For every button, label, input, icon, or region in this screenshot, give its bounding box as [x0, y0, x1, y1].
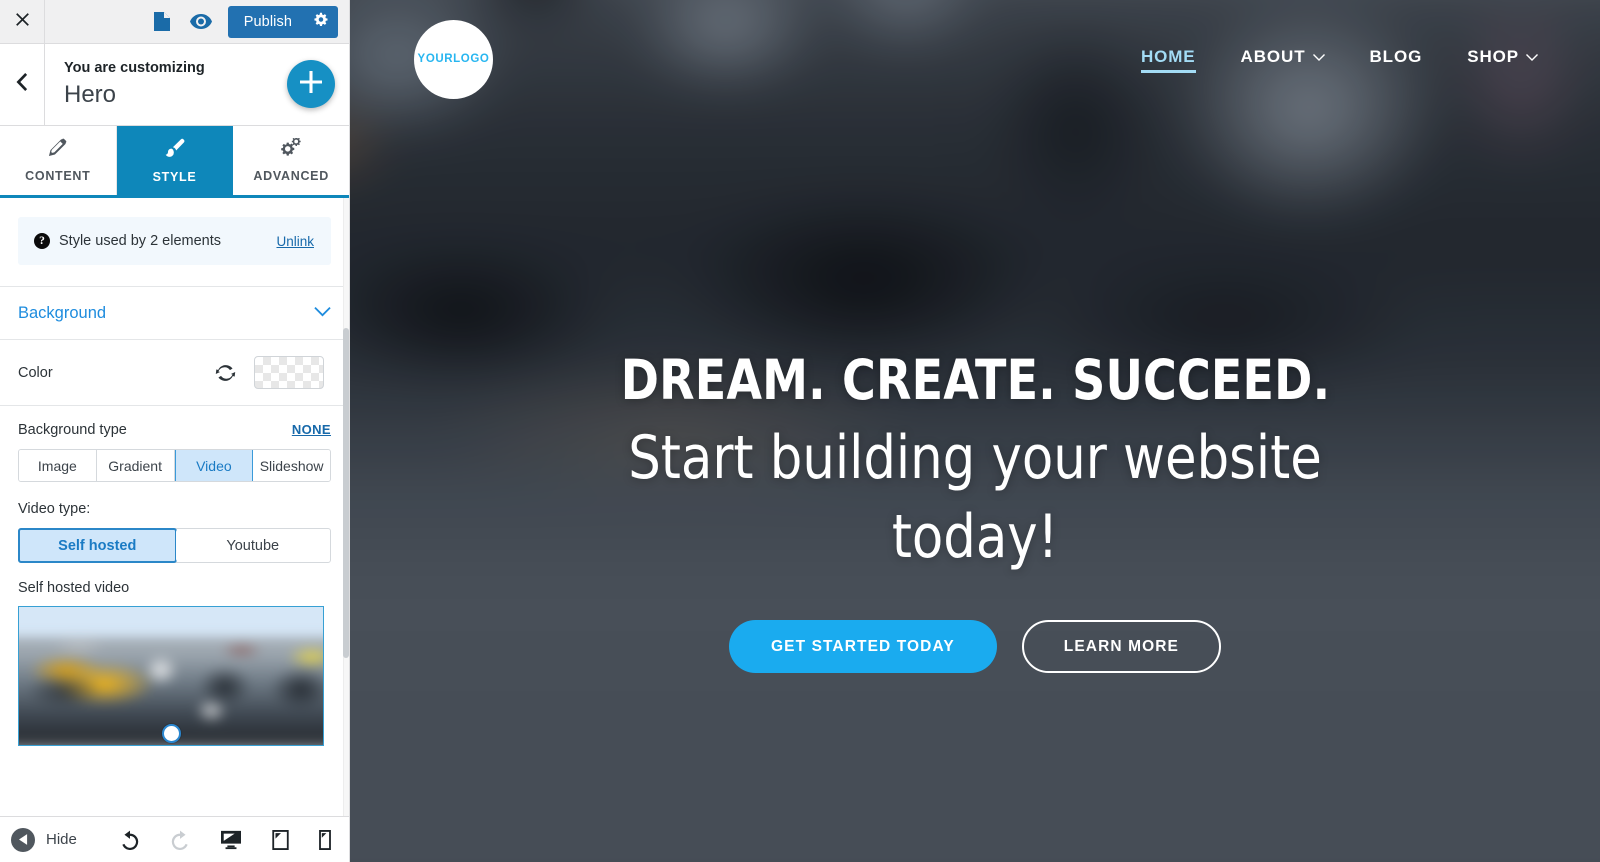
site-preview-frame[interactable]: YOURLOGO HOME ABOUT BLOG SHOP DREAM. CRE… [350, 0, 1600, 862]
close-icon [14, 11, 31, 33]
chevron-down-icon[interactable] [314, 304, 331, 322]
color-label: Color [18, 364, 53, 381]
document-icon[interactable] [153, 12, 170, 31]
tab-content-label: CONTENT [25, 169, 91, 183]
background-section-header[interactable]: Background [0, 287, 349, 340]
background-type-segmented-control: Image Gradient Video Slideshow [18, 449, 331, 482]
video-type-label: Video type: [18, 501, 91, 517]
background-type-header: Background type NONE [18, 422, 331, 438]
self-hosted-video-block: Self hosted video [0, 563, 349, 746]
undo-icon[interactable] [120, 830, 140, 850]
background-color-row: Color [0, 340, 349, 406]
bgtype-option-video[interactable]: Video [174, 450, 254, 481]
tab-style-label: STYLE [152, 169, 197, 184]
style-notice-wrapper: ? Style used by 2 elements Unlink [0, 198, 349, 287]
hero-heading: DREAM. CREATE. SUCCEED. [620, 348, 1330, 412]
panel-title: Hero [64, 80, 117, 108]
bgtype-option-slideshow[interactable]: Slideshow [253, 450, 330, 481]
learn-more-button[interactable]: LEARN MORE [1021, 620, 1221, 674]
tab-advanced[interactable]: ADVANCED [233, 126, 349, 195]
background-section-title: Background [18, 303, 107, 322]
hero-subheading: Start building your website today! [628, 422, 1322, 573]
sidebar-scrollbar-track[interactable] [343, 198, 349, 816]
video-type-block: Video type: Self hosted Youtube [0, 482, 349, 563]
video-playhead-handle[interactable] [162, 724, 181, 743]
pencil-icon [48, 138, 67, 162]
background-type-label: Background type [18, 422, 127, 438]
tab-style[interactable]: STYLE [116, 126, 234, 195]
device-toolbar [120, 829, 331, 850]
background-type-none-link[interactable]: NONE [292, 422, 331, 437]
publish-button[interactable]: Publish [228, 6, 305, 38]
tab-content[interactable]: CONTENT [0, 126, 117, 195]
caret-left-circle-icon [11, 827, 35, 852]
customizer-sidebar: Publish You are customizing Hero CONTENT… [0, 0, 350, 862]
video-type-option-self-hosted[interactable]: Self hosted [18, 528, 177, 563]
style-usage-notice: ? Style used by 2 elements Unlink [18, 217, 331, 265]
hide-panel-button[interactable]: Hide [11, 827, 77, 852]
video-preview-thumbnail[interactable] [18, 606, 324, 746]
background-type-block: Background type NONE Image Gradient Vide… [0, 406, 349, 482]
reset-icon[interactable] [215, 363, 236, 383]
bgtype-option-gradient[interactable]: Gradient [96, 450, 175, 481]
header-text-block: You are customizing Hero [45, 44, 205, 125]
chevron-left-icon [16, 73, 29, 96]
desktop-icon[interactable] [220, 830, 242, 850]
back-button[interactable] [0, 44, 45, 125]
plus-icon [300, 70, 322, 98]
bgtype-option-image[interactable]: Image [19, 450, 97, 481]
add-element-button[interactable] [287, 60, 335, 108]
customizing-label: You are customizing [64, 60, 205, 77]
video-type-segmented-control: Self hosted Youtube [18, 528, 331, 563]
panel-scroll-body[interactable]: ? Style used by 2 elements Unlink Backgr… [0, 198, 349, 816]
sidebar-scrollbar-thumb[interactable] [343, 328, 349, 658]
panel-tabs: CONTENT STYLE ADVANCED [0, 126, 349, 198]
customizer-footer: Hide [0, 816, 349, 862]
publish-settings-button[interactable] [305, 6, 338, 38]
self-hosted-video-label: Self hosted video [18, 580, 130, 596]
gears-icon [281, 137, 301, 162]
close-customizer-button[interactable] [0, 0, 45, 43]
hero-content: DREAM. CREATE. SUCCEED. Start building y… [350, 0, 1600, 862]
tablet-icon[interactable] [272, 829, 289, 850]
tab-advanced-label: ADVANCED [253, 169, 329, 183]
customizer-app: Publish You are customizing Hero CONTENT… [0, 0, 1600, 862]
hero-button-group: GET STARTED TODAY LEARN MORE [729, 620, 1221, 674]
color-swatch[interactable] [254, 356, 324, 389]
style-usage-text: Style used by 2 elements [59, 233, 222, 249]
paintbrush-icon [164, 138, 185, 163]
question-mark-icon[interactable]: ? [34, 233, 50, 249]
unlink-link[interactable]: Unlink [276, 234, 314, 249]
video-type-option-youtube[interactable]: Youtube [175, 529, 330, 562]
mobile-icon[interactable] [319, 829, 331, 850]
customizer-header: You are customizing Hero [0, 44, 349, 126]
redo-icon[interactable] [170, 830, 190, 850]
hide-label: Hide [46, 831, 77, 848]
customizer-topbar: Publish [0, 0, 349, 44]
get-started-button[interactable]: GET STARTED TODAY [729, 620, 997, 674]
gear-icon [314, 12, 329, 32]
publish-group: Publish [227, 5, 338, 38]
topbar-icon-group [153, 12, 212, 31]
eye-icon[interactable] [189, 14, 212, 29]
